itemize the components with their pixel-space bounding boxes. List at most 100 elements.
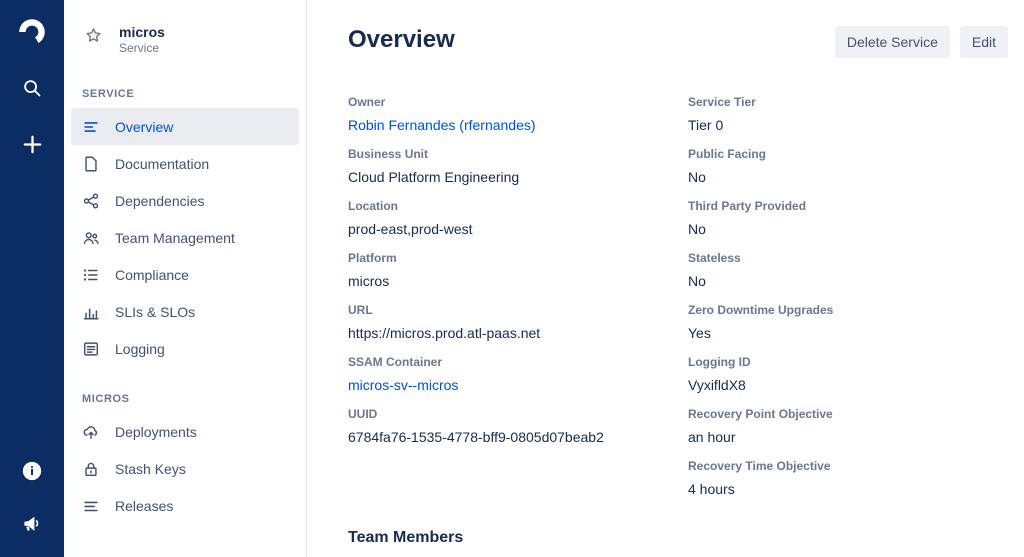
graph-icon — [82, 192, 100, 210]
sidebar-item-compliance[interactable]: Compliance — [71, 256, 299, 293]
team-members-title: Team Members — [348, 529, 1008, 547]
field-label: Platform — [348, 251, 688, 266]
field-value: No — [688, 220, 1008, 238]
field-label: Recovery Time Objective — [688, 459, 1008, 474]
section-title-micros: MICROS — [64, 393, 306, 405]
sidebar-item-label: Compliance — [115, 267, 189, 283]
fields-right-column: Service Tier Tier 0 Public Facing No Thi… — [688, 95, 1008, 511]
announcement-icon[interactable] — [14, 505, 50, 541]
service-sidebar: micros Service SERVICE Overview Document… — [64, 0, 307, 557]
document-icon — [82, 155, 100, 173]
logo-icon — [15, 15, 49, 49]
app-logo[interactable] — [14, 14, 50, 50]
field-label: UUID — [348, 407, 688, 422]
field-value: micros — [348, 272, 688, 290]
field-service-tier: Service Tier Tier 0 — [688, 95, 1008, 134]
field-platform: Platform micros — [348, 251, 688, 290]
field-label: Zero Downtime Upgrades — [688, 303, 1008, 318]
field-value: 6784fa76-1535-4778-bff9-0805d07beab2 — [348, 428, 688, 446]
sidebar-item-label: Releases — [115, 498, 173, 514]
field-label: URL — [348, 303, 688, 318]
rail-bottom-group — [14, 453, 50, 541]
field-label: Location — [348, 199, 688, 214]
log-panel-icon — [82, 340, 100, 358]
team-members-section: Team Members Jeremy Baumont (jbaumo… (bu… — [348, 529, 1008, 557]
field-url: URL https://micros.prod.atl-paas.net — [348, 303, 688, 342]
service-kind: Service — [119, 40, 165, 56]
sidebar-item-label: Dependencies — [115, 193, 205, 209]
sidebar-item-label: Deployments — [115, 424, 197, 440]
fields-left-column: Owner Robin Fernandes (rfernandes) Busin… — [348, 95, 688, 511]
field-label: Public Facing — [688, 147, 1008, 162]
releases-lines-icon — [82, 497, 100, 515]
field-label: SSAM Container — [348, 355, 688, 370]
field-value: VyxifldX8 — [688, 376, 1008, 394]
cloud-upload-icon — [82, 423, 100, 441]
field-label: Owner — [348, 95, 688, 110]
sidebar-item-logging[interactable]: Logging — [71, 330, 299, 367]
sidebar-header: micros Service — [64, 24, 306, 62]
lock-icon — [82, 460, 100, 478]
field-label: Stateless — [688, 251, 1008, 266]
rail-top-group — [14, 14, 50, 162]
global-nav-rail — [0, 0, 64, 557]
section-title-service: SERVICE — [64, 88, 306, 100]
field-value: prod-east,prod-west — [348, 220, 688, 238]
create-icon[interactable] — [14, 126, 50, 162]
info-icon[interactable] — [14, 453, 50, 489]
sidebar-item-stash-keys[interactable]: Stash Keys — [71, 450, 299, 487]
field-value: 4 hours — [688, 480, 1008, 498]
page-title: Overview — [348, 24, 455, 56]
owner-link[interactable]: Robin Fernandes (rfernandes) — [348, 116, 688, 134]
field-uuid: UUID 6784fa76-1535-4778-bff9-0805d07beab… — [348, 407, 688, 446]
field-ssam-container: SSAM Container micros-sv--micros — [348, 355, 688, 394]
ssam-container-link[interactable]: micros-sv--micros — [348, 376, 688, 394]
sidebar-item-label: SLIs & SLOs — [115, 304, 195, 320]
field-label: Third Party Provided — [688, 199, 1008, 214]
field-third-party-provided: Third Party Provided No — [688, 199, 1008, 238]
header-actions: Delete Service Edit — [835, 26, 1008, 58]
service-fields: Owner Robin Fernandes (rfernandes) Busin… — [348, 95, 1008, 511]
field-label: Recovery Point Objective — [688, 407, 1008, 422]
people-icon — [82, 229, 100, 247]
sidebar-item-label: Overview — [115, 119, 173, 135]
overview-lines-icon — [82, 118, 100, 136]
main-content: Overview Delete Service Edit Owner Robin… — [307, 0, 1024, 557]
favorite-star-icon[interactable] — [82, 24, 104, 46]
edit-button[interactable]: Edit — [960, 26, 1008, 58]
sidebar-item-team-management[interactable]: Team Management — [71, 219, 299, 256]
field-logging-id: Logging ID VyxifldX8 — [688, 355, 1008, 394]
service-name: micros — [119, 24, 165, 40]
service-identity: micros Service — [119, 24, 165, 56]
delete-service-button[interactable]: Delete Service — [835, 26, 950, 58]
sidebar-item-dependencies[interactable]: Dependencies — [71, 182, 299, 219]
field-label: Logging ID — [688, 355, 1008, 370]
field-stateless: Stateless No — [688, 251, 1008, 290]
field-recovery-time-objective: Recovery Time Objective 4 hours — [688, 459, 1008, 498]
field-zero-downtime-upgrades: Zero Downtime Upgrades Yes — [688, 303, 1008, 342]
sidebar-item-label: Team Management — [115, 230, 235, 246]
sidebar-item-label: Documentation — [115, 156, 209, 172]
field-value: https://micros.prod.atl-paas.net — [348, 324, 688, 342]
field-value: an hour — [688, 428, 1008, 446]
field-public-facing: Public Facing No — [688, 147, 1008, 186]
field-value: Tier 0 — [688, 116, 1008, 134]
field-business-unit: Business Unit Cloud Platform Engineering — [348, 147, 688, 186]
sidebar-item-documentation[interactable]: Documentation — [71, 145, 299, 182]
field-value: Cloud Platform Engineering — [348, 168, 688, 186]
field-location: Location prod-east,prod-west — [348, 199, 688, 238]
sidebar-item-label: Stash Keys — [115, 461, 186, 477]
field-value: No — [688, 272, 1008, 290]
app-window: micros Service SERVICE Overview Document… — [0, 0, 1024, 557]
field-label: Service Tier — [688, 95, 1008, 110]
field-value: Yes — [688, 324, 1008, 342]
sidebar-item-slis-slos[interactable]: SLIs & SLOs — [71, 293, 299, 330]
sidebar-item-deployments[interactable]: Deployments — [71, 413, 299, 450]
main-header: Overview Delete Service Edit — [348, 24, 1008, 58]
sidebar-item-releases[interactable]: Releases — [71, 487, 299, 524]
list-icon — [82, 266, 100, 284]
field-recovery-point-objective: Recovery Point Objective an hour — [688, 407, 1008, 446]
field-value: No — [688, 168, 1008, 186]
sidebar-item-overview[interactable]: Overview — [71, 108, 299, 145]
search-icon[interactable] — [14, 70, 50, 106]
